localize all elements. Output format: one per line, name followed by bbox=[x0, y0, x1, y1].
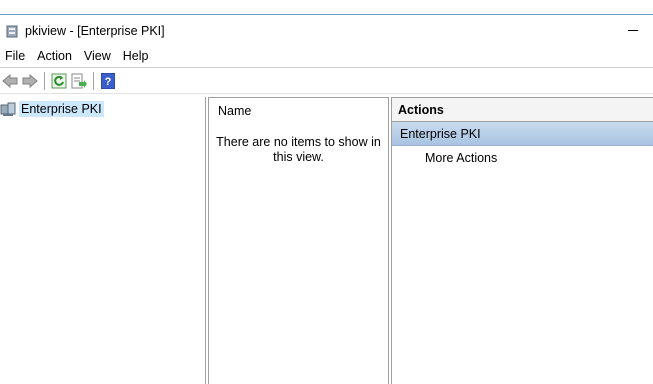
actions-pane: Actions Enterprise PKI More Actions bbox=[391, 97, 653, 384]
forward-button[interactable] bbox=[20, 71, 40, 91]
menu-view[interactable]: View bbox=[78, 45, 117, 68]
export-list-icon bbox=[71, 73, 87, 89]
window-top-border bbox=[0, 0, 653, 15]
pki-tree-icon bbox=[0, 102, 16, 116]
menu-action[interactable]: Action bbox=[31, 45, 78, 68]
toolbar-separator bbox=[93, 72, 94, 90]
pki-app-icon bbox=[6, 25, 18, 37]
actions-section-enterprise-pki[interactable]: Enterprise PKI bbox=[392, 122, 653, 146]
menu-file[interactable]: File bbox=[0, 45, 31, 68]
tree-item-label: Enterprise PKI bbox=[19, 101, 104, 117]
more-actions-link[interactable]: More Actions bbox=[392, 146, 653, 170]
help-icon: ? bbox=[101, 73, 115, 89]
back-button[interactable] bbox=[0, 71, 20, 91]
refresh-icon bbox=[51, 73, 67, 89]
forward-arrow-icon bbox=[22, 74, 38, 88]
help-button[interactable]: ? bbox=[98, 71, 118, 91]
window-title: pkiview - [Enterprise PKI] bbox=[25, 23, 165, 38]
toolbar: ? bbox=[0, 69, 653, 94]
refresh-button[interactable] bbox=[49, 71, 69, 91]
tree-item-enterprise-pki[interactable]: Enterprise PKI bbox=[0, 100, 104, 118]
empty-view-message: There are no items to show in this view. bbox=[216, 135, 381, 164]
back-arrow-icon bbox=[2, 74, 18, 88]
results-pane: Name There are no items to show in this … bbox=[208, 97, 389, 384]
toolbar-separator bbox=[44, 72, 45, 90]
svg-text:?: ? bbox=[105, 76, 112, 88]
menu-bar: File Action View Help bbox=[0, 45, 653, 68]
console-tree: Enterprise PKI bbox=[0, 97, 206, 384]
title-bar: pkiview - [Enterprise PKI] bbox=[0, 16, 653, 45]
export-list-button[interactable] bbox=[69, 71, 89, 91]
actions-header: Actions bbox=[392, 98, 653, 122]
minimize-icon bbox=[628, 30, 638, 31]
column-header-name[interactable]: Name bbox=[209, 98, 388, 125]
minimize-button[interactable] bbox=[613, 16, 653, 45]
menu-help[interactable]: Help bbox=[117, 45, 155, 68]
